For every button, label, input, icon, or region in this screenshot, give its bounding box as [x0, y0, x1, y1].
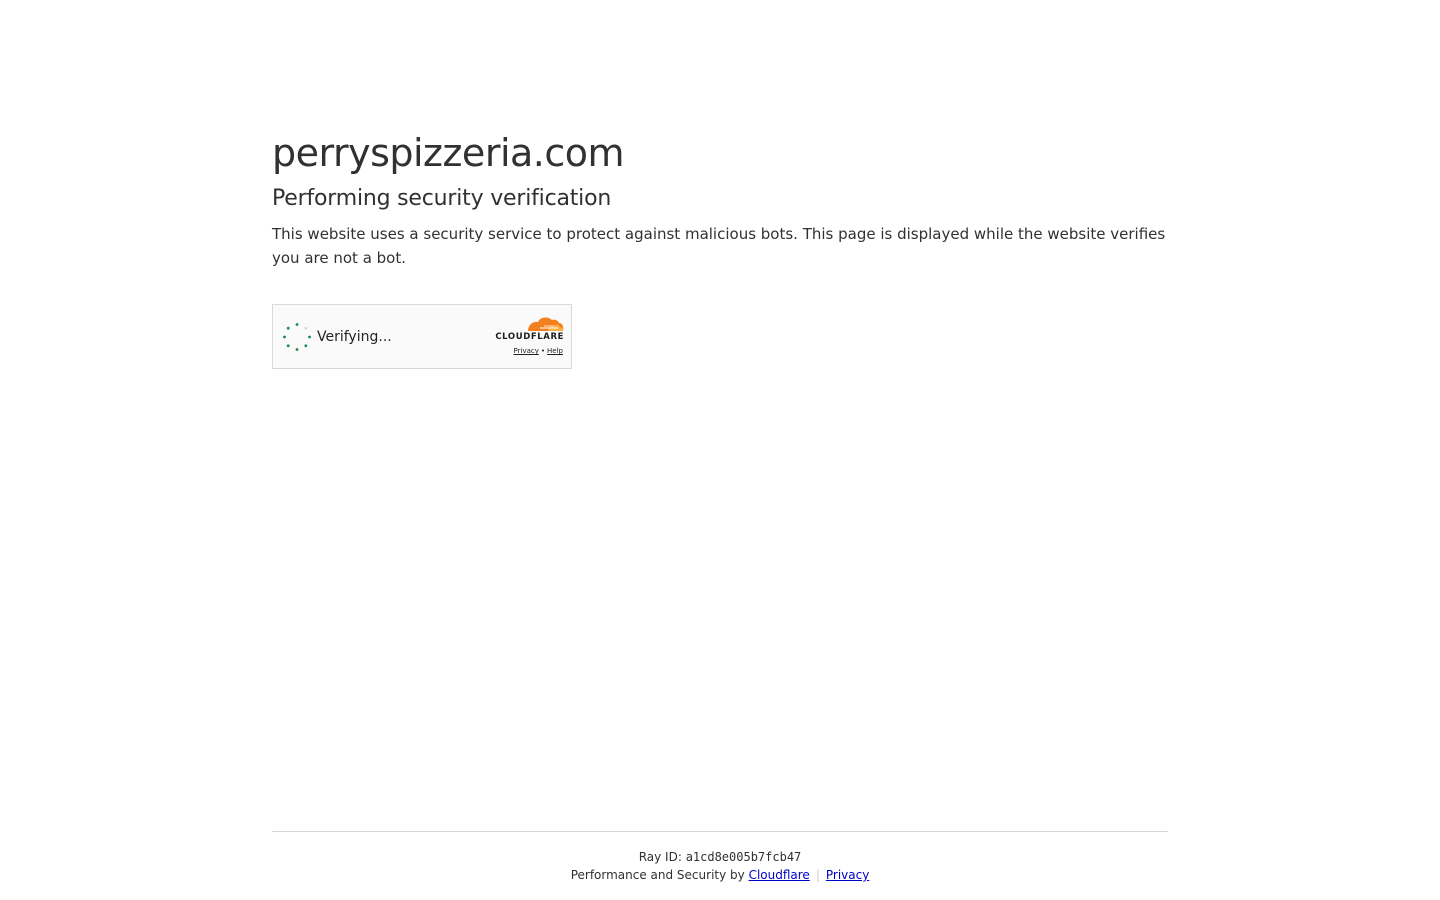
page-description: This website uses a security service to … — [272, 225, 1166, 267]
performance-text: Performance and Security by — [570, 868, 749, 882]
ray-id-value: a1cd8e005b7fcb47 — [685, 850, 802, 864]
widget-link-separator: • — [540, 347, 546, 355]
footer: Ray ID: a1cd8e005b7fcb47 Performance and… — [272, 831, 1168, 884]
spinner-icon — [282, 322, 312, 352]
page-subtitle: Performing security verification — [272, 186, 612, 211]
ray-id-label: Ray ID: — [638, 850, 686, 864]
widget-links: Privacy • Help — [514, 347, 563, 355]
cloudflare-wordmark: CLOUDFLARE — [495, 332, 564, 342]
widget-help-link[interactable]: Help — [547, 347, 563, 355]
verifying-status: Verifying... — [317, 329, 392, 345]
ray-id: Ray ID: a1cd8e005b7fcb47 — [272, 848, 1168, 866]
cloudflare-link[interactable]: Cloudflare — [749, 868, 810, 882]
verification-page: perryspizzeria.com Performing security v… — [0, 0, 1440, 900]
performance-line: Performance and Security by Cloudflare | P… — [272, 866, 1168, 884]
widget-privacy-link[interactable]: Privacy — [514, 347, 539, 355]
site-title: perryspizzeria.com — [272, 131, 625, 175]
turnstile-widget[interactable]: Verifying... CLOUDFLARE Privacy • Help — [272, 304, 572, 369]
footer-privacy-link[interactable]: Privacy — [826, 868, 869, 882]
footer-divider: | — [815, 868, 820, 882]
main-content: perryspizzeria.com Performing security v… — [272, 128, 1168, 369]
